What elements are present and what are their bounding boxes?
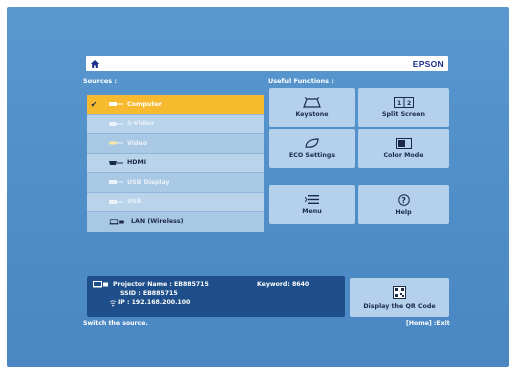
split-screen-button[interactable]: 12 Split Screen — [358, 88, 449, 127]
header-bar: EPSON — [86, 56, 448, 71]
color-mode-button[interactable]: Color Mode — [358, 129, 449, 168]
brand-logo: EPSON — [412, 58, 444, 69]
source-label: USB — [127, 198, 142, 206]
usb-display-icon — [109, 180, 123, 185]
exit-hint: [Home] :Exit — [406, 320, 450, 327]
split-screen-icon: 12 — [393, 97, 414, 108]
network-info-panel: Projector Name : EB885715 Keyword: 8640 … — [87, 276, 345, 317]
keystone-button[interactable]: Keystone — [269, 88, 355, 127]
ip-address: IP : 192.168.200.100 — [118, 299, 191, 306]
source-label: HDMI — [127, 159, 147, 167]
eco-settings-label: ECO Settings — [288, 152, 336, 159]
network-icon — [93, 281, 108, 288]
qr-code-icon — [393, 285, 406, 299]
projector-home-screen: EPSON Sources : Useful Functions : ✔ Com… — [7, 7, 509, 367]
functions-title: Useful Functions : — [268, 77, 334, 85]
svg-text:1: 1 — [397, 100, 401, 107]
source-item-computer[interactable]: ✔ Computer — [87, 95, 264, 115]
source-label: Video — [127, 139, 148, 147]
split-screen-label: Split Screen — [382, 111, 425, 118]
source-item-svideo[interactable]: S-Video — [87, 114, 264, 134]
source-item-usb[interactable]: USB — [87, 192, 264, 212]
help-button[interactable]: ? Help — [358, 185, 449, 224]
help-icon: ? — [397, 193, 410, 206]
eco-settings-button[interactable]: ECO Settings — [269, 129, 355, 168]
source-label: USB Display — [127, 178, 170, 186]
computer-icon — [109, 102, 123, 107]
svideo-icon — [109, 121, 123, 126]
hdmi-icon — [109, 160, 123, 165]
color-mode-icon — [395, 138, 412, 149]
leaf-icon — [305, 138, 319, 149]
menu-label: Menu — [302, 208, 322, 215]
svg-text:?: ? — [401, 195, 406, 204]
keystone-icon — [303, 97, 321, 108]
source-item-usb-display[interactable]: USB Display — [87, 173, 264, 193]
source-label: LAN (Wireless) — [131, 218, 184, 226]
video-icon — [109, 141, 123, 145]
wireless-icon — [109, 300, 117, 307]
color-mode-label: Color Mode — [383, 152, 424, 159]
source-label: S-Video — [127, 120, 154, 128]
source-item-hdmi[interactable]: HDMI — [87, 153, 264, 173]
lan-icon — [109, 219, 124, 225]
status-hint: Switch the source. — [83, 320, 148, 327]
ssid: SSID : EB885715 — [120, 290, 178, 297]
svg-text:2: 2 — [407, 100, 411, 107]
keyword: Keyword: 8640 — [257, 281, 310, 288]
sources-title: Sources : — [83, 77, 117, 85]
menu-icon — [305, 195, 319, 204]
source-label: Computer — [127, 100, 162, 108]
home-icon[interactable] — [90, 59, 100, 69]
source-item-video[interactable]: Video — [87, 134, 264, 154]
keystone-label: Keystone — [295, 111, 329, 118]
sources-list: ✔ Computer S-Video Video HDMI USB Displa… — [87, 95, 264, 232]
check-icon: ✔ — [90, 99, 98, 109]
usb-icon — [109, 199, 123, 204]
help-label: Help — [395, 208, 412, 216]
qr-code-button[interactable]: Display the QR Code — [350, 278, 449, 317]
projector-name: Projector Name : EB885715 — [113, 281, 209, 288]
qr-code-label: Display the QR Code — [363, 302, 436, 310]
menu-button[interactable]: Menu — [269, 185, 355, 224]
source-item-lan[interactable]: LAN (Wireless) — [87, 212, 264, 232]
